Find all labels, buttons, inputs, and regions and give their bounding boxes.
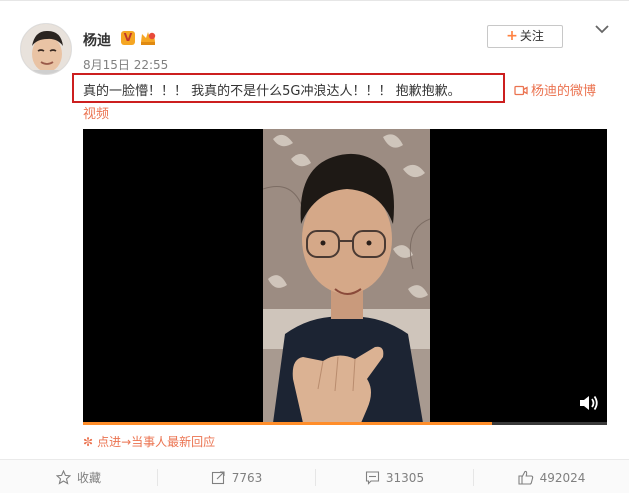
- video-source-link[interactable]: 杨迪的微博: [514, 80, 596, 99]
- vip-crown-icon: [141, 32, 156, 45]
- thumbs-up-icon: [518, 470, 533, 485]
- repost-count: 7763: [231, 470, 263, 485]
- follow-button-label: 关注: [519, 29, 544, 43]
- repost-button[interactable]: 7763: [158, 460, 315, 493]
- favorite-button[interactable]: 收藏: [0, 460, 157, 493]
- avatar[interactable]: [20, 23, 72, 75]
- star-icon: [55, 470, 71, 485]
- comment-icon: [365, 471, 379, 485]
- follow-up-link[interactable]: ✼ 点进→当事人最新回应: [83, 433, 215, 450]
- author-name[interactable]: 杨迪: [83, 30, 111, 50]
- follow-up-label: 点进→当事人最新回应: [97, 435, 216, 449]
- like-count: 492024: [539, 470, 586, 485]
- favorite-label: 收藏: [76, 471, 101, 485]
- video-frame: [263, 129, 430, 423]
- video-progress-fill: [83, 422, 492, 425]
- verified-badge: V: [121, 31, 135, 45]
- comment-count: 31305: [385, 470, 425, 485]
- action-bar: 收藏 7763 31305 492024: [0, 459, 629, 493]
- avatar-image: [21, 24, 71, 74]
- follow-button[interactable]: + 关注: [487, 25, 563, 48]
- video-source-label-continued[interactable]: 视频: [83, 103, 109, 122]
- video-camera-icon: [514, 85, 528, 96]
- like-button[interactable]: 492024: [474, 460, 629, 493]
- plus-icon: +: [506, 28, 518, 44]
- volume-icon[interactable]: [579, 394, 599, 412]
- post-text: 真的一脸懵！！！ 我真的不是什么5G冲浪达人！！！ 抱歉抱歉。: [83, 84, 461, 99]
- chevron-down-icon[interactable]: [594, 23, 610, 35]
- video-player[interactable]: [83, 129, 607, 423]
- flower-icon: ✼: [83, 435, 94, 449]
- post-timestamp[interactable]: 8月15日 22:55: [83, 56, 168, 73]
- comment-button[interactable]: 31305: [316, 460, 473, 493]
- video-source-label: 杨迪的微博: [531, 84, 597, 99]
- video-thumbnail-image: [263, 129, 430, 423]
- repost-icon: [211, 471, 225, 485]
- video-progress-bar[interactable]: [83, 422, 607, 425]
- weibo-post-card: 杨迪 V 8月15日 22:55 + 关注 真的一脸懵！！！ 我真的不是什么5G冲…: [0, 0, 629, 493]
